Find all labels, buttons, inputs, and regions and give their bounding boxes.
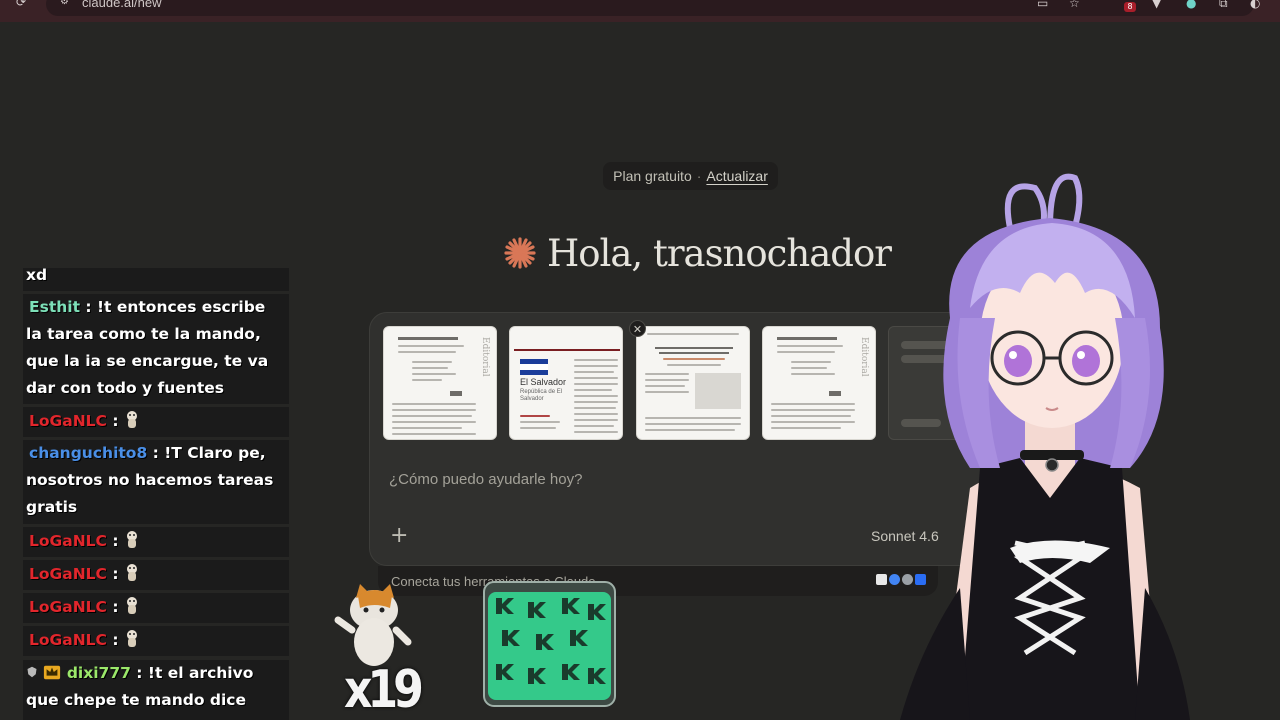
chat-message-text: : bbox=[106, 532, 124, 550]
remove-attachment-button[interactable]: ✕ bbox=[629, 320, 646, 337]
vtuber-avatar bbox=[900, 173, 1190, 720]
chat-message: LoGaNLC : bbox=[23, 407, 289, 437]
reload-icon[interactable]: ⟳ bbox=[16, 0, 26, 8]
chat-message: LoGaNLC : bbox=[23, 593, 289, 623]
cat-emote-icon bbox=[126, 597, 137, 614]
install-app-icon[interactable]: ▭ bbox=[1037, 0, 1048, 9]
chat-message-text: : bbox=[106, 412, 124, 430]
chat-message: changuchito8 : !T Claro pe, nosotros no … bbox=[23, 440, 289, 524]
chat-message-text: : !t el archivo que chepe te mando dice bbox=[26, 664, 254, 709]
attachment-thumbnail[interactable]: Editorial bbox=[383, 326, 497, 440]
crown-badge-icon bbox=[44, 665, 61, 680]
stream-chat: xd Esthit : !t entonces escribe la tarea… bbox=[23, 268, 289, 720]
attachment-thumbnail[interactable] bbox=[636, 326, 750, 440]
cat-emote-icon bbox=[126, 630, 137, 647]
chat-message-text: xd bbox=[26, 268, 48, 284]
extension-icon[interactable]: ▼ bbox=[1152, 0, 1161, 9]
el-salvador-flag-icon bbox=[520, 359, 548, 375]
shield-badge-icon bbox=[27, 666, 37, 678]
cat-emote-icon bbox=[126, 411, 137, 428]
cat-emote-icon bbox=[126, 531, 137, 548]
chat-username: LoGaNLC bbox=[29, 532, 107, 550]
attachment-thumbnail[interactable]: Editorial bbox=[762, 326, 876, 440]
chat-username: LoGaNLC bbox=[29, 565, 107, 583]
thumbnail-title: El Salvador bbox=[520, 377, 567, 387]
screen: ⟳ ⚙ claude.ai/new ▭ ☆ 8 ▼ ● ⧉ ◐ Plan gra… bbox=[0, 0, 1280, 720]
extensions-puzzle-icon[interactable]: ⧉ bbox=[1219, 0, 1228, 9]
add-content-button[interactable]: + bbox=[390, 524, 408, 548]
thumbnail-subtitle: República de El Salvador bbox=[520, 389, 563, 402]
chat-username: LoGaNLC bbox=[29, 598, 107, 616]
chat-message-text: : bbox=[106, 598, 124, 616]
plan-pill: Plan gratuito · Actualizar bbox=[603, 162, 778, 190]
cat-sticker-icon bbox=[334, 584, 412, 666]
extension-color-icon[interactable]: ● bbox=[1186, 0, 1196, 9]
message-input[interactable]: ¿Cómo puedo ayudarle hoy? bbox=[389, 471, 582, 488]
chat-username: dixi777 bbox=[66, 664, 131, 682]
chat-message: Esthit : !t entonces escribe la tarea co… bbox=[23, 294, 289, 404]
chat-message: LoGaNLC : bbox=[23, 560, 289, 590]
url-text: claude.ai/new bbox=[82, 0, 162, 10]
attachment-thumbnail[interactable]: El Salvador República de El Salvador bbox=[509, 326, 623, 440]
chat-username: Esthit bbox=[29, 298, 80, 316]
cat-emote-icon bbox=[126, 564, 137, 581]
attachment-side-text: Editorial bbox=[480, 337, 490, 377]
chat-username: LoGaNLC bbox=[29, 412, 107, 430]
chat-username: changuchito8 bbox=[29, 444, 148, 462]
site-settings-icon[interactable]: ⚙ bbox=[60, 0, 69, 7]
bookmark-star-icon[interactable]: ☆ bbox=[1069, 0, 1080, 9]
profile-icon[interactable]: ◐ bbox=[1250, 0, 1260, 9]
plan-separator: · bbox=[696, 168, 702, 184]
plan-label: Plan gratuito bbox=[613, 168, 692, 184]
chat-message-text: : bbox=[106, 631, 124, 649]
chat-message: xd bbox=[23, 268, 289, 291]
extension-badge: 8 bbox=[1124, 2, 1136, 12]
emote-jar-icon bbox=[483, 581, 616, 707]
upgrade-link[interactable]: Actualizar bbox=[706, 168, 767, 184]
chat-message: LoGaNLC : bbox=[23, 626, 289, 656]
greeting: Hola, trasnochador bbox=[503, 228, 892, 278]
browser-toolbar: ⟳ ⚙ claude.ai/new ▭ ☆ 8 ▼ ● ⧉ ◐ bbox=[0, 0, 1280, 22]
claude-logo-icon bbox=[504, 237, 536, 269]
chat-message: dixi777 : !t el archivo que chepe te man… bbox=[23, 660, 289, 720]
chat-message: LoGaNLC : bbox=[23, 527, 289, 557]
greeting-text: Hola, trasnochador bbox=[547, 231, 892, 275]
chat-message-text: : bbox=[106, 565, 124, 583]
combo-counter: x19 bbox=[344, 660, 424, 720]
chat-username: LoGaNLC bbox=[29, 631, 107, 649]
